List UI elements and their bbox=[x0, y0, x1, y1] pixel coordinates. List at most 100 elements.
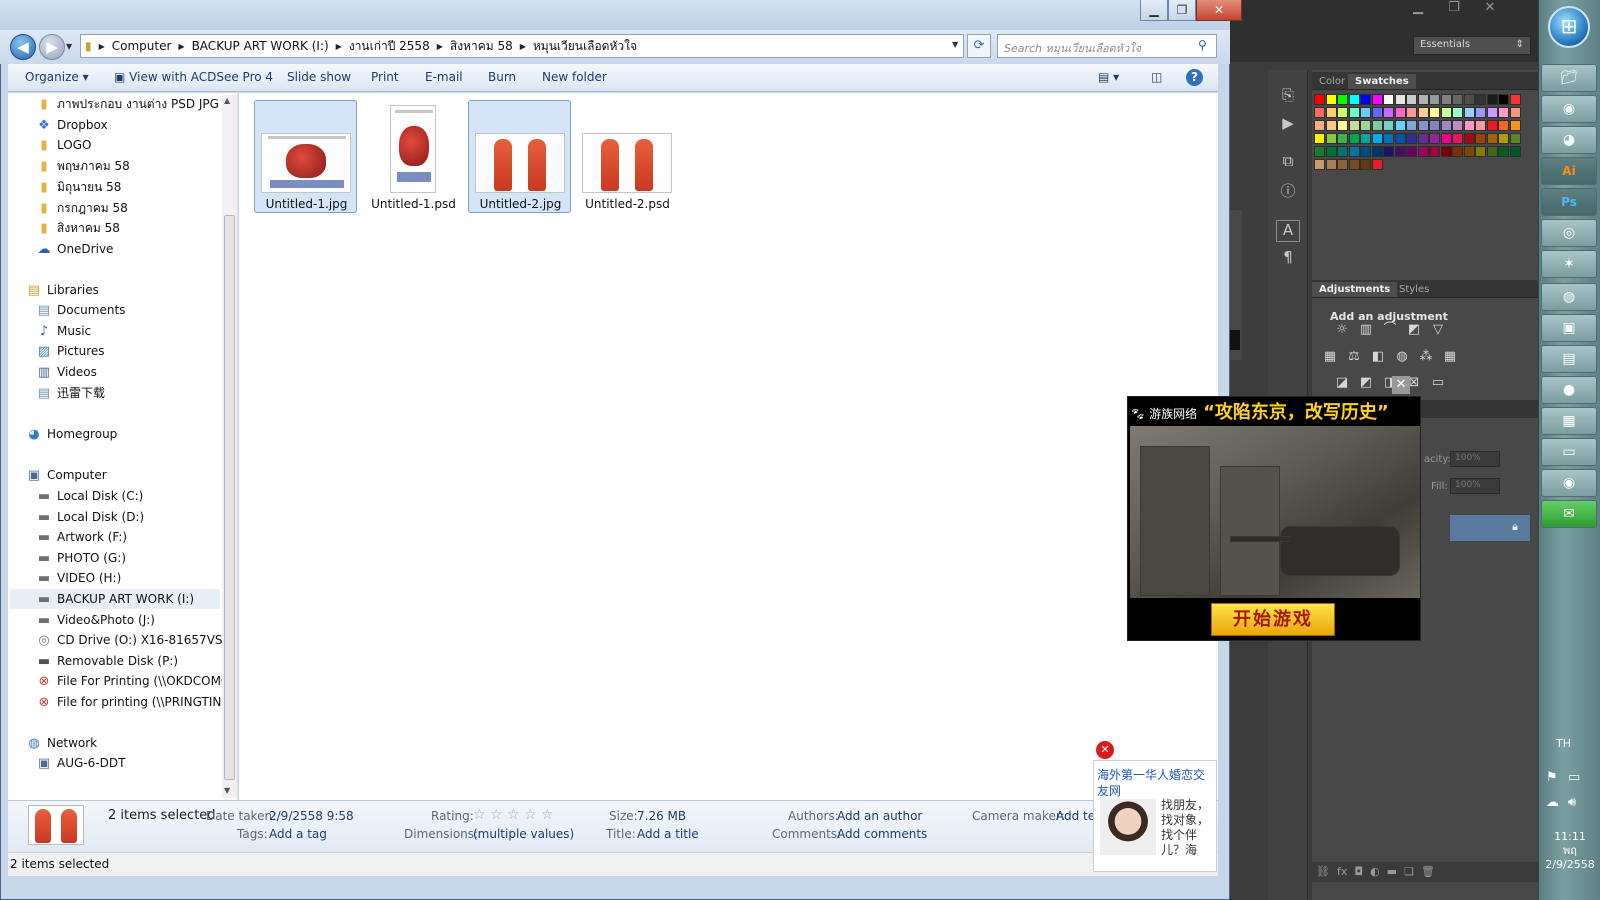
nav-library-item[interactable]: ▥ Videos bbox=[36, 362, 97, 382]
back-button[interactable]: ◀ bbox=[10, 34, 36, 60]
file-item[interactable]: Untitled-1.psd bbox=[361, 100, 464, 213]
nav-drive[interactable]: ⊗ File for printing (\\PRINGTING) bbox=[36, 692, 236, 712]
breadcrumb-folder-2[interactable]: สิงหาคม 58 bbox=[446, 37, 517, 56]
scroll-down-icon[interactable]: ▼ bbox=[224, 786, 230, 795]
photo-filter-icon[interactable]: ◍ bbox=[1394, 350, 1410, 364]
nav-library-item[interactable]: ▤ 迅雷下载 bbox=[36, 383, 105, 403]
nav-drive[interactable]: ⊗ File For Printing (\\OKDCOMG- bbox=[36, 671, 235, 691]
nav-item[interactable]: ▮ มิถุนายน 58 bbox=[36, 177, 121, 197]
tray-flag-icon[interactable]: ⚑ bbox=[1546, 770, 1558, 785]
minimize-icon[interactable]: ▁ bbox=[1140, 0, 1168, 21]
taskbar-photoshop-icon[interactable]: Ps bbox=[1541, 188, 1597, 216]
link-icon[interactable]: ⛓ bbox=[1316, 865, 1330, 878]
authors-value[interactable]: Add an author bbox=[837, 809, 922, 823]
mask-icon[interactable]: ◘ bbox=[1354, 865, 1363, 878]
email-button[interactable]: E-mail bbox=[425, 70, 463, 84]
breadcrumb-folder-3[interactable]: หมุนเวียนเลือดหัวใจ bbox=[529, 37, 641, 56]
taskbar-media-icon[interactable]: ● bbox=[1541, 376, 1597, 404]
taskbar-firefox-icon[interactable]: ◕ bbox=[1541, 126, 1597, 154]
levels-icon[interactable]: ▥ bbox=[1358, 323, 1374, 337]
nav-drive[interactable]: ▬ Local Disk (D:) bbox=[36, 507, 144, 527]
workspace-switcher[interactable]: Essentials ⇕ bbox=[1413, 36, 1531, 55]
breadcrumb-drive[interactable]: BACKUP ART WORK (I:) bbox=[188, 39, 333, 53]
search-input[interactable]: Search หมุนเวียนเลือดหัวใจ bbox=[997, 34, 1217, 58]
tab-swatches[interactable]: Swatches bbox=[1348, 74, 1416, 89]
color-lookup-icon[interactable]: ▦ bbox=[1442, 350, 1458, 364]
tags-value[interactable]: Add a tag bbox=[269, 827, 327, 841]
ad2-close-icon[interactable]: ✕ bbox=[1096, 741, 1114, 759]
title-value[interactable]: Add a title bbox=[637, 827, 699, 841]
nav-item[interactable]: ▮ สิงหาคม 58 bbox=[36, 218, 119, 238]
nav-item[interactable]: ▮ กรกฎาคม 58 bbox=[36, 198, 127, 218]
print-button[interactable]: Print bbox=[371, 70, 399, 84]
nav-drive[interactable]: ▬ Local Disk (C:) bbox=[36, 486, 143, 506]
layer-comps-icon[interactable]: ⧉ bbox=[1276, 152, 1300, 174]
camera-value[interactable]: Add te bbox=[1056, 809, 1095, 823]
ps-minimize-icon[interactable]: ▁ bbox=[1400, 0, 1436, 15]
character-icon[interactable]: A bbox=[1276, 220, 1300, 242]
ps-restore-icon[interactable]: ❐ bbox=[1436, 0, 1472, 15]
nav-item[interactable]: ❖ Dropbox bbox=[36, 115, 107, 135]
new-layer-icon[interactable]: ❏ bbox=[1404, 865, 1414, 878]
preview-pane-icon[interactable]: ◫ bbox=[1151, 70, 1162, 84]
breadcrumb-folder-1[interactable]: งานเก่าปี 2558 bbox=[345, 37, 434, 56]
vibrance-icon[interactable]: ▽ bbox=[1430, 323, 1446, 337]
nav-scroll-thumb[interactable] bbox=[224, 215, 235, 780]
forward-button[interactable]: ▶ bbox=[39, 34, 65, 60]
taskbar-chrome-icon[interactable]: ◉ bbox=[1541, 95, 1597, 123]
nav-drive[interactable]: ▬ BACKUP ART WORK (I:) bbox=[10, 589, 220, 609]
exposure-icon[interactable]: ◩ bbox=[1406, 323, 1422, 337]
tray-volume-icon[interactable]: 🔊︎ bbox=[1568, 795, 1576, 810]
taskbar-notes-icon[interactable]: ▣ bbox=[1541, 314, 1597, 342]
nav-drive[interactable]: ▬ Video&Photo (J:) bbox=[36, 610, 155, 630]
nav-library-item[interactable]: ▤ Documents bbox=[36, 300, 126, 320]
file-item[interactable]: Untitled-1.jpg bbox=[254, 100, 357, 213]
explorer-titlebar[interactable] bbox=[0, 0, 1230, 30]
nav-network-item[interactable]: ▣ AUG-6-DDT bbox=[36, 753, 126, 773]
maximize-icon[interactable]: ❐ bbox=[1168, 0, 1196, 21]
taskbar-illustrator-icon[interactable]: Ai bbox=[1541, 157, 1597, 185]
start-game-button[interactable]: 开始游戏 bbox=[1211, 603, 1335, 636]
nav-computer[interactable]: ▣ Computer bbox=[26, 465, 107, 485]
breadcrumb-computer[interactable]: Computer bbox=[108, 39, 176, 53]
nav-network[interactable]: ◍ Network bbox=[26, 733, 97, 753]
acdsee-button[interactable]: ▣ View with ACDSee Pro 4 bbox=[114, 70, 273, 84]
fill-field[interactable]: 100% bbox=[1450, 478, 1500, 494]
help-icon[interactable]: ? bbox=[1186, 69, 1203, 86]
nav-drive[interactable]: ▬ VIDEO (H:) bbox=[36, 568, 121, 588]
nav-item[interactable]: ▮ LOGO bbox=[36, 135, 91, 155]
burn-button[interactable]: Burn bbox=[488, 70, 516, 84]
layer-row[interactable]: 🔒︎ bbox=[1450, 515, 1530, 541]
taskbar-doc-icon[interactable]: ▤ bbox=[1541, 345, 1597, 373]
address-dropdown-icon[interactable]: ▼ bbox=[952, 40, 958, 49]
refresh-button[interactable]: ⟳ bbox=[967, 34, 991, 58]
comments-value[interactable]: Add comments bbox=[837, 827, 927, 841]
nav-item[interactable]: ▮ พฤษภาคม 58 bbox=[36, 156, 129, 176]
nav-item[interactable]: ▮ ภาพประกอบ งานต่าง PSD JPG bbox=[36, 94, 219, 114]
close-icon[interactable]: ✕ bbox=[1196, 0, 1242, 21]
nav-drive[interactable]: ▬ Removable Disk (P:) bbox=[36, 651, 178, 671]
taskbar-remote-icon[interactable]: ▭ bbox=[1541, 438, 1597, 466]
file-item[interactable]: Untitled-2.jpg bbox=[468, 100, 571, 213]
paragraph-icon[interactable]: ¶ bbox=[1276, 248, 1300, 270]
date-value[interactable]: 2/9/2558 9:58 bbox=[269, 809, 354, 823]
black-white-icon[interactable]: ◧ bbox=[1370, 350, 1386, 364]
nav-library-item[interactable]: ♪ Music bbox=[36, 321, 91, 341]
ps-close-icon[interactable]: ✕ bbox=[1472, 0, 1508, 15]
fx-icon[interactable]: fx bbox=[1337, 865, 1347, 878]
invert-icon[interactable]: ◪ bbox=[1334, 376, 1350, 390]
tab-styles[interactable]: Styles bbox=[1392, 282, 1436, 297]
curves-icon[interactable]: ⌒ bbox=[1382, 323, 1398, 337]
adjust-icon[interactable]: ◐ bbox=[1370, 865, 1380, 878]
clock[interactable]: 11:11 พฤ 2/9/2558 bbox=[1541, 830, 1599, 872]
taskbar-explorer-icon[interactable]: 📁︎ bbox=[1541, 64, 1597, 92]
swatches-grid[interactable] bbox=[1314, 94, 1524, 194]
language-indicator[interactable]: TH bbox=[1556, 737, 1571, 750]
start-orb-icon[interactable]: ⊞ bbox=[1548, 6, 1590, 48]
tray-cloud-icon[interactable]: ☁ bbox=[1546, 795, 1559, 810]
channel-mixer-icon[interactable]: ⁂ bbox=[1418, 350, 1434, 364]
nav-item[interactable]: ☁ OneDrive bbox=[36, 239, 114, 259]
history-icon[interactable]: ⎘ bbox=[1276, 86, 1300, 108]
rating-stars[interactable]: ☆ ☆ ☆ ☆ ☆ bbox=[473, 807, 554, 823]
file-item[interactable]: Untitled-2.psd bbox=[575, 100, 678, 213]
